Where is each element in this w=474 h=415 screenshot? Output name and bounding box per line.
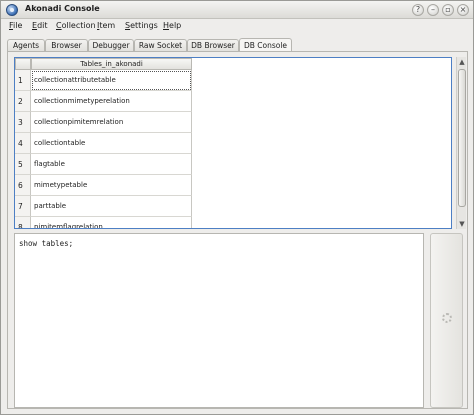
title-bar[interactable]: Akonadi Console ? – ▫ ×	[1, 1, 473, 19]
table-cell[interactable]: flagtable	[31, 154, 192, 175]
table-row[interactable]: 4 collectiontable	[15, 133, 193, 154]
row-number[interactable]: 3	[15, 112, 31, 133]
table-row[interactable]: 6 mimetypetable	[15, 175, 193, 196]
menu-help[interactable]: Help	[163, 21, 181, 30]
results-table[interactable]: Tables_in_akonadi 1 collectionattributet…	[14, 57, 452, 229]
table-cell[interactable]: collectiontable	[31, 133, 192, 154]
row-number[interactable]: 5	[15, 154, 31, 175]
tab-bar: Agents Browser Debugger Raw Socket DB Br…	[7, 38, 467, 51]
table-cell[interactable]: mimetypetable	[31, 175, 192, 196]
table-row[interactable]: 5 flagtable	[15, 154, 193, 175]
scroll-up-arrow-icon[interactable]: ▲	[457, 57, 467, 67]
table-row[interactable]: 2 collectionmimetyperelation	[15, 91, 193, 112]
query-input[interactable]: show tables;	[14, 233, 424, 408]
window-title: Akonadi Console	[25, 4, 100, 13]
table-row[interactable]: 8 pimitemflagrelation	[15, 217, 193, 228]
row-number[interactable]: 2	[15, 91, 31, 112]
row-number[interactable]: 6	[15, 175, 31, 196]
table-cell[interactable]: pimitemflagrelation	[31, 217, 192, 228]
close-button-icon[interactable]: ×	[457, 4, 469, 16]
akonadi-console-window: Akonadi Console ? – ▫ × File Edit Collec…	[0, 0, 474, 415]
maximize-button-icon[interactable]: ▫	[442, 4, 454, 16]
results-vertical-scrollbar[interactable]: ▲ ▼	[456, 57, 466, 229]
row-number[interactable]: 7	[15, 196, 31, 217]
tab-db-console[interactable]: DB Console	[239, 38, 292, 51]
menu-collection[interactable]: Collection	[56, 21, 96, 30]
tab-browser[interactable]: Browser	[45, 39, 88, 51]
scrollbar-thumb[interactable]	[458, 69, 466, 207]
menu-edit[interactable]: Edit	[32, 21, 48, 30]
help-button-icon[interactable]: ?	[412, 4, 424, 16]
table-row[interactable]: 7 parttable	[15, 196, 193, 217]
minimize-button-icon[interactable]: –	[427, 4, 439, 16]
table-cell[interactable]: collectionattributetable	[31, 70, 192, 91]
menu-settings[interactable]: Settings	[125, 21, 158, 30]
tab-raw-socket[interactable]: Raw Socket	[134, 39, 187, 51]
scroll-down-arrow-icon[interactable]: ▼	[457, 219, 467, 229]
menu-bar: File Edit Collection Item Settings Help	[1, 19, 473, 35]
table-row[interactable]: 1 collectionattributetable	[15, 70, 193, 91]
table-corner-button[interactable]	[15, 58, 31, 70]
table-cell[interactable]: collectionmimetyperelation	[31, 91, 192, 112]
tab-agents[interactable]: Agents	[7, 39, 45, 51]
menu-item[interactable]: Item	[97, 21, 115, 30]
menu-file[interactable]: File	[9, 21, 22, 30]
row-number[interactable]: 4	[15, 133, 31, 154]
table-cell[interactable]: collectionpimitemrelation	[31, 112, 192, 133]
row-number[interactable]: 8	[15, 217, 31, 228]
table-cell[interactable]: parttable	[31, 196, 192, 217]
row-number[interactable]: 1	[15, 70, 31, 91]
tab-debugger[interactable]: Debugger	[88, 39, 134, 51]
table-row[interactable]: 3 collectionpimitemrelation	[15, 112, 193, 133]
tab-db-browser[interactable]: DB Browser	[187, 39, 239, 51]
execute-query-button[interactable]	[430, 233, 463, 408]
execute-gear-icon	[442, 313, 452, 323]
column-header-tables[interactable]: Tables_in_akonadi	[31, 58, 192, 70]
akonadi-app-icon[interactable]	[6, 4, 18, 16]
db-console-panel: Tables_in_akonadi 1 collectionattributet…	[7, 51, 468, 409]
